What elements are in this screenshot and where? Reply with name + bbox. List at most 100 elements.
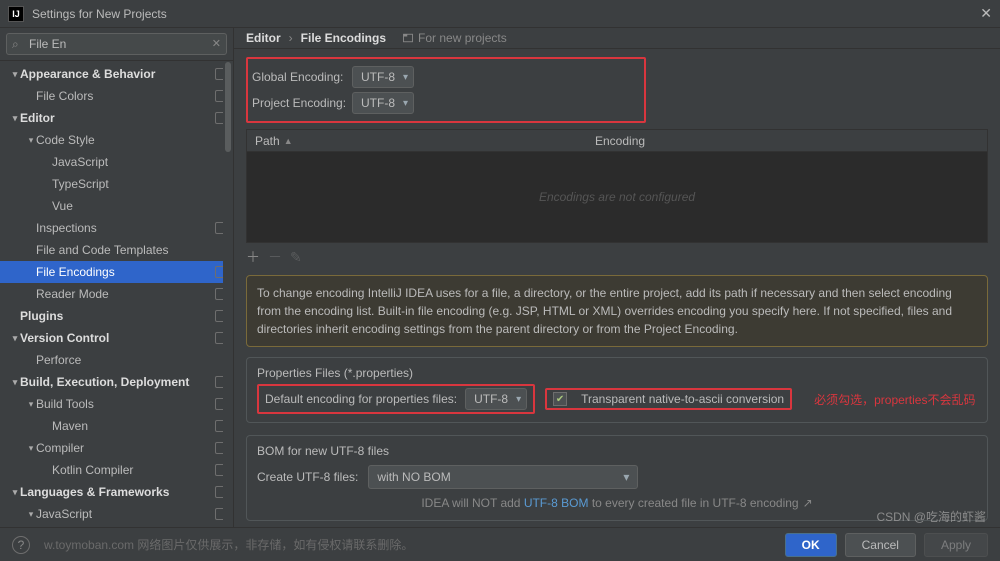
window-title: Settings for New Projects: [32, 7, 167, 21]
tree-item-javascript[interactable]: ▾JavaScript: [0, 503, 233, 525]
breadcrumb-root: Editor: [246, 31, 281, 45]
tree-item-label: File Encodings: [36, 265, 115, 279]
project-icon: [402, 32, 414, 44]
chevron-icon: ▾: [26, 399, 36, 410]
tree-item-label: Build Tools: [36, 397, 94, 411]
tree-item-code-style[interactable]: ▾Code Style: [0, 129, 233, 151]
tree-item-label: Version Control: [20, 331, 109, 345]
tree-item-label: Languages & Frameworks: [20, 485, 169, 499]
bom-group-title: BOM for new UTF-8 files: [257, 444, 977, 458]
tree-item-inspections[interactable]: Inspections: [0, 217, 233, 239]
dialog-footer: ? w.toymoban.com 网络图片仅供展示，非存储，如有侵权请联系删除。…: [0, 527, 1000, 561]
project-encoding-dropdown[interactable]: UTF-8: [352, 92, 414, 114]
tree-item-label: File and Code Templates: [36, 243, 169, 257]
tree-item-kotlin-compiler[interactable]: Kotlin Compiler: [0, 459, 233, 481]
default-properties-encoding-label: Default encoding for properties files:: [265, 392, 457, 406]
tree-item-label: Perforce: [36, 353, 81, 367]
scope-indicator: For new projects: [402, 31, 507, 45]
utf8-bom-link[interactable]: UTF-8 BOM: [524, 496, 589, 510]
transparent-conversion-label: Transparent native-to-ascii conversion: [581, 392, 784, 406]
tree-item-label: JavaScript: [52, 155, 108, 169]
tree-item-label: Code Style: [36, 133, 95, 147]
clear-search-icon[interactable]: ✕: [212, 37, 221, 50]
host-watermark: w.toymoban.com 网络图片仅供展示，非存储，如有侵权请联系删除。: [44, 536, 413, 553]
ok-button[interactable]: OK: [785, 533, 837, 557]
tree-item-label: Reader Mode: [36, 287, 109, 301]
tree-item-plugins[interactable]: Plugins: [0, 305, 233, 327]
breadcrumb: Editor › File Encodings For new projects: [234, 28, 1000, 49]
tree-item-languages-frameworks[interactable]: ▾Languages & Frameworks: [0, 481, 233, 503]
default-properties-encoding-box: Default encoding for properties files: U…: [257, 384, 535, 414]
close-icon[interactable]: ✕: [980, 5, 992, 22]
project-encoding-label: Project Encoding:: [252, 96, 352, 110]
apply-button[interactable]: Apply: [924, 533, 988, 557]
tree-item-maven[interactable]: Maven: [0, 415, 233, 437]
settings-tree[interactable]: ▾Appearance & BehaviorFile Colors▾Editor…: [0, 61, 233, 527]
tree-item-vue[interactable]: Vue: [0, 195, 233, 217]
tree-item-label: Plugins: [20, 309, 63, 323]
bom-hint: IDEA will NOT add UTF-8 BOM to every cre…: [257, 496, 977, 510]
chevron-icon: ▾: [26, 509, 36, 520]
tree-item-file-encodings[interactable]: File Encodings: [0, 261, 233, 283]
content-area: Editor › File Encodings For new projects…: [234, 28, 1000, 527]
titlebar: IJ Settings for New Projects ✕: [0, 0, 1000, 28]
tree-item-build-execution-deployment[interactable]: ▾Build, Execution, Deployment: [0, 371, 233, 393]
tree-item-typescript[interactable]: TypeScript: [0, 173, 233, 195]
tree-item-label: Appearance & Behavior: [20, 67, 155, 81]
tree-item-reader-mode[interactable]: Reader Mode: [0, 283, 233, 305]
edit-icon[interactable]: ✎: [290, 249, 302, 266]
sidebar-scrollbar[interactable]: [223, 62, 233, 527]
transparent-conversion-box: ✔ Transparent native-to-ascii conversion: [545, 388, 792, 410]
tree-item-file-colors[interactable]: File Colors: [0, 85, 233, 107]
global-encoding-dropdown[interactable]: UTF-8: [352, 66, 414, 88]
tree-item-label: Inspections: [36, 221, 97, 235]
external-link-icon: ↗: [803, 496, 813, 510]
chevron-icon: ▾: [10, 487, 20, 498]
tree-item-javascript[interactable]: JavaScript: [0, 151, 233, 173]
tree-item-label: Compiler: [36, 441, 84, 455]
settings-sidebar: ⌕ ✕ ▾Appearance & BehaviorFile Colors▾Ed…: [0, 28, 234, 527]
table-empty-text: Encodings are not configured: [247, 152, 987, 242]
tree-item-version-control[interactable]: ▾Version Control: [0, 327, 233, 349]
transparent-conversion-checkbox[interactable]: ✔: [553, 392, 567, 406]
table-header-encoding[interactable]: Encoding: [587, 134, 987, 148]
add-icon[interactable]: ＋: [246, 247, 260, 267]
chevron-icon: ▾: [10, 333, 20, 344]
chevron-icon: ▾: [10, 69, 20, 80]
chevron-icon: ▾: [10, 113, 20, 124]
properties-group: Properties Files (*.properties) Default …: [246, 357, 988, 423]
tree-item-label: Build, Execution, Deployment: [20, 375, 189, 389]
tree-item-perforce[interactable]: Perforce: [0, 349, 233, 371]
search-input[interactable]: [6, 33, 227, 55]
tree-item-label: Editor: [20, 111, 55, 125]
tree-item-compiler[interactable]: ▾Compiler: [0, 437, 233, 459]
cancel-button[interactable]: Cancel: [845, 533, 916, 557]
remove-icon[interactable]: －: [268, 247, 282, 267]
tree-item-label: File Colors: [36, 89, 93, 103]
tree-item-label: Maven: [52, 419, 88, 433]
table-header-path[interactable]: Path▲: [247, 134, 587, 148]
tree-item-editor[interactable]: ▾Editor: [0, 107, 233, 129]
default-properties-encoding-dropdown[interactable]: UTF-8: [465, 388, 527, 410]
global-encoding-label: Global Encoding:: [252, 70, 352, 84]
csdn-watermark: CSDN @吃海的虾酱: [876, 508, 986, 525]
tree-item-build-tools[interactable]: ▾Build Tools: [0, 393, 233, 415]
tree-item-label: Vue: [52, 199, 73, 213]
help-icon[interactable]: ?: [12, 536, 30, 554]
tree-item-label: JavaScript: [36, 507, 92, 521]
table-toolbar: ＋ － ✎: [234, 243, 1000, 271]
info-panel: To change encoding IntelliJ IDEA uses fo…: [246, 275, 988, 347]
search-icon: ⌕: [12, 37, 19, 52]
chevron-icon: ▾: [26, 135, 36, 146]
app-icon: IJ: [8, 6, 24, 22]
create-utf8-label: Create UTF-8 files:: [257, 470, 358, 484]
tree-item-appearance-behavior[interactable]: ▾Appearance & Behavior: [0, 63, 233, 85]
create-utf8-dropdown[interactable]: with NO BOM: [368, 465, 638, 489]
tree-item-label: TypeScript: [52, 177, 109, 191]
encoding-table: Path▲ Encoding Encodings are not configu…: [246, 129, 988, 243]
tree-item-file-and-code-templates[interactable]: File and Code Templates: [0, 239, 233, 261]
breadcrumb-current: File Encodings: [301, 31, 386, 45]
chevron-icon: ▾: [10, 377, 20, 388]
tree-item-label: Kotlin Compiler: [52, 463, 133, 477]
breadcrumb-sep: ›: [289, 31, 293, 45]
